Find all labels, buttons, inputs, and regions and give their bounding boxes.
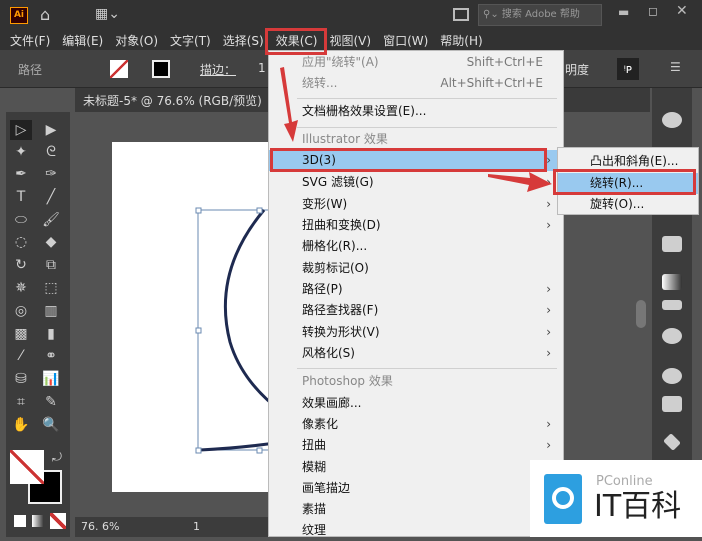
watermark: PConline IT百科 [530,460,702,537]
watermark-logo-icon [544,474,582,524]
watermark-name: IT百科 [594,489,682,524]
watermark-brand: PConline [596,474,653,489]
annotation-arrows [280,67,552,192]
